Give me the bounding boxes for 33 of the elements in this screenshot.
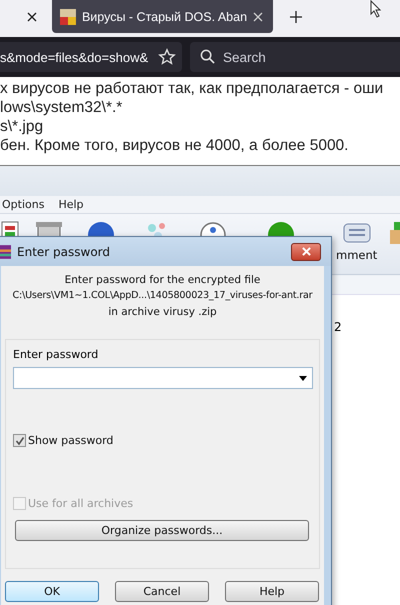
page-text: бен. Кроме того, вирусов не 4000, а более 5000. [0,136,350,155]
organize-passwords-button[interactable]: Organize passwords... [15,520,309,541]
menu-item[interactable]: Options [2,198,44,211]
new-tab-icon[interactable] [290,11,302,23]
dialog-message: in archive virusy .zip [107,305,218,320]
password-field[interactable] [13,367,313,389]
checkbox[interactable] [13,434,26,447]
address-bar[interactable]: s&mode=files&do=show& [0,42,182,72]
menu-item[interactable]: Help [58,198,84,211]
page-text: х вирусов не работают так, как предполагается - оши [0,79,384,98]
dialog-message: Enter password for the encrypted file [64,273,262,288]
browser-tab[interactable]: Вирусы - Старый DOS. Aban [52,0,273,33]
table-cell: 2 [334,320,342,334]
close-icon [302,247,310,256]
mouse-cursor-icon [370,0,382,18]
dialog-button[interactable]: Help [225,581,319,602]
close-button[interactable] [291,242,321,260]
checkbox-label[interactable]: Show password [28,434,114,447]
dialog-button[interactable]: OK [5,581,99,602]
dialog-message: C:\Users\VM1~1.COL\AppD...\1405800023_17_viruses-for-ant.rar [12,289,314,303]
toolbar-label[interactable]: mment [336,248,378,262]
archive-app-icon [0,244,11,260]
close-icon[interactable] [27,12,37,22]
page-text: s\*.jpg [0,117,44,136]
field-label: Enter password [13,348,98,361]
bookmark-star-icon[interactable] [158,48,176,66]
search-field[interactable]: Search [190,42,400,72]
search-icon [200,49,215,64]
favicon-icon [60,8,76,24]
dialog-button[interactable]: Cancel [115,581,209,602]
dropdown-arrow-icon[interactable] [299,376,307,380]
dialog-title: Enter password [17,244,111,258]
page-text: lows\system32\*.* [0,98,124,117]
